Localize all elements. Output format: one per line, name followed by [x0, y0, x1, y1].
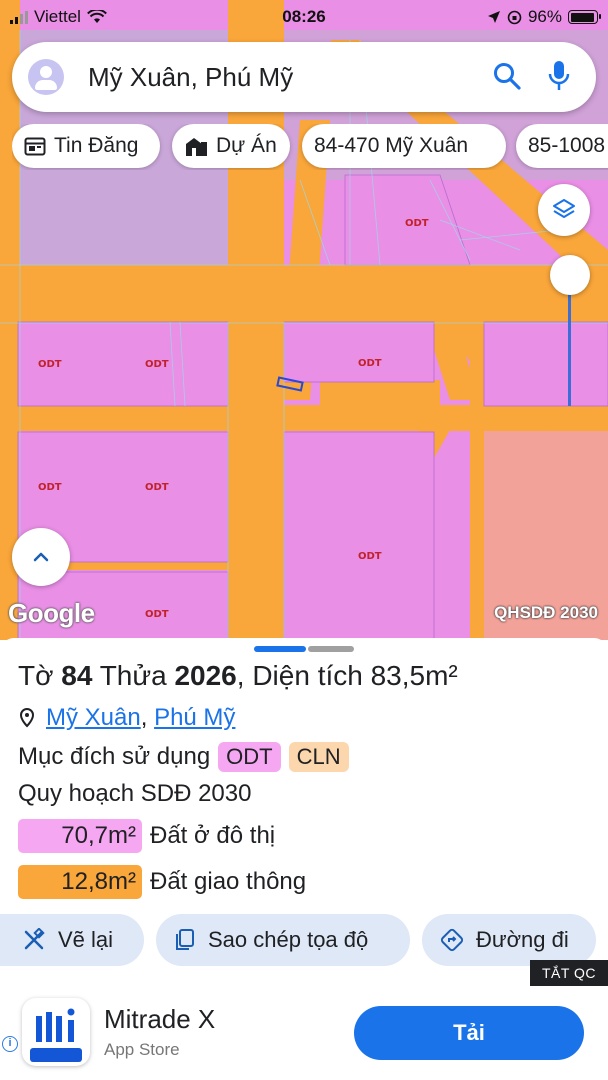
- parcel-label: ODT: [405, 218, 429, 229]
- filter-chips: Tin Đăng Dự Án 84-470 Mỹ Xuân 85-1008: [12, 124, 608, 170]
- chip-parcel-85-1008[interactable]: 85-1008: [516, 124, 608, 168]
- copy-coordinates-button[interactable]: Sao chép tọa độ: [156, 914, 410, 966]
- redraw-label: Vẽ lại: [58, 927, 114, 952]
- parcel-location: Mỹ Xuân, Phú Mỹ: [18, 704, 235, 732]
- parcel-title: Tờ 84 Thửa 2026, Diện tích 83,5m²: [18, 660, 458, 692]
- chip-label: Dự Án: [216, 134, 277, 157]
- lot-number: 2026: [174, 660, 237, 691]
- opacity-slider-handle[interactable]: [550, 255, 590, 295]
- sheet-prefix: Tờ: [18, 660, 54, 691]
- expand-up-button[interactable]: [12, 528, 70, 586]
- location-arrow-icon: [487, 11, 500, 23]
- sheet-handle[interactable]: [254, 646, 306, 652]
- chip-label: 84-470 Mỹ Xuân: [314, 134, 469, 157]
- microphone-icon[interactable]: [548, 59, 570, 93]
- calendar-icon: [24, 137, 46, 156]
- building-icon: [186, 138, 207, 156]
- search-bar[interactable]: Mỹ Xuân, Phú Mỹ: [12, 42, 596, 112]
- purpose-tag-cln: CLN: [288, 742, 349, 772]
- area-value-residential: 70,7m²: [18, 819, 142, 853]
- avatar[interactable]: [28, 59, 64, 95]
- area-prefix: , Diện tích: [236, 660, 363, 691]
- parcel-label: ODT: [358, 358, 382, 369]
- redraw-icon: [24, 928, 45, 950]
- ward-link[interactable]: Mỹ Xuân: [46, 704, 141, 732]
- ad-banner[interactable]: i Mitrade X App Store Tải: [0, 990, 608, 1080]
- chip-label: 85-1008: [528, 134, 606, 157]
- action-buttons: Vẽ lại Sao chép tọa độ Đường đi: [0, 914, 608, 968]
- lot-prefix: Thửa: [99, 660, 167, 691]
- status-bar: Viettel 08:26 96%: [0, 0, 608, 34]
- parcel-label: ODT: [145, 359, 169, 370]
- parcel-label: ODT: [145, 609, 169, 620]
- chevron-up-icon: [33, 552, 49, 562]
- map-pin-icon: [19, 707, 35, 728]
- chip-parcel-84-470[interactable]: 84-470 Mỹ Xuân: [302, 124, 506, 168]
- sheet-number: 84: [61, 660, 93, 691]
- plan-area-row: 70,7m² Đất ở đô thị: [18, 818, 275, 854]
- district-link[interactable]: Phú Mỹ: [154, 704, 235, 732]
- layer-name-label: QHSDĐ 2030: [494, 603, 598, 622]
- search-input[interactable]: Mỹ Xuân, Phú Mỹ: [88, 62, 293, 93]
- chip-du-an[interactable]: Dự Án: [172, 124, 290, 168]
- parcel-label: ODT: [38, 359, 62, 370]
- parcel-label: ODT: [145, 482, 169, 493]
- ad-info-icon[interactable]: i: [2, 1036, 18, 1052]
- redraw-button[interactable]: Vẽ lại: [0, 914, 144, 966]
- layers-button[interactable]: [538, 184, 590, 236]
- app-logo-icon: [30, 1008, 82, 1062]
- parcel-label: ODT: [358, 551, 382, 562]
- purpose-tag-odt: ODT: [218, 742, 281, 772]
- chip-tin-dang[interactable]: Tin Đăng: [12, 124, 160, 168]
- area-value-road: 12,8m²: [18, 865, 142, 899]
- directions-button[interactable]: Đường đi: [422, 914, 596, 966]
- hide-ad-button[interactable]: TẮT QC: [530, 960, 608, 986]
- battery-percent: 96%: [527, 7, 562, 26]
- area-label-residential: Đất ở đô thị: [150, 822, 276, 849]
- copy-icon: [176, 929, 194, 950]
- ad-download-button[interactable]: Tải: [354, 1006, 584, 1060]
- search-icon[interactable]: [492, 61, 522, 91]
- area-label-road: Đất giao thông: [150, 868, 307, 895]
- directions-label: Đường đi: [476, 927, 569, 952]
- plan-title: Quy hoạch SDĐ 2030: [18, 780, 252, 807]
- copy-coordinates-label: Sao chép tọa độ: [208, 927, 369, 952]
- google-logo: Google: [8, 598, 95, 628]
- orientation-lock-icon: [507, 10, 522, 24]
- land-use-purpose: Mục đích sử dụng ODT CLN: [18, 742, 349, 772]
- purpose-label: Mục đích sử dụng: [18, 743, 211, 770]
- area-value: 83,5m²: [370, 660, 458, 691]
- chip-label: Tin Đăng: [54, 134, 139, 157]
- sheet-handle-secondary[interactable]: [308, 646, 354, 652]
- parcel-label: ODT: [38, 482, 62, 493]
- opacity-slider-track[interactable]: [568, 276, 571, 406]
- ad-app-icon[interactable]: [22, 998, 90, 1066]
- layers-icon: [553, 199, 575, 218]
- ad-app-name[interactable]: Mitrade X: [104, 1004, 215, 1035]
- plan-area-row: 12,8m² Đất giao thông: [18, 864, 306, 900]
- directions-icon: [440, 928, 464, 952]
- ad-store-name: App Store: [104, 1040, 180, 1059]
- battery-icon: [568, 10, 601, 24]
